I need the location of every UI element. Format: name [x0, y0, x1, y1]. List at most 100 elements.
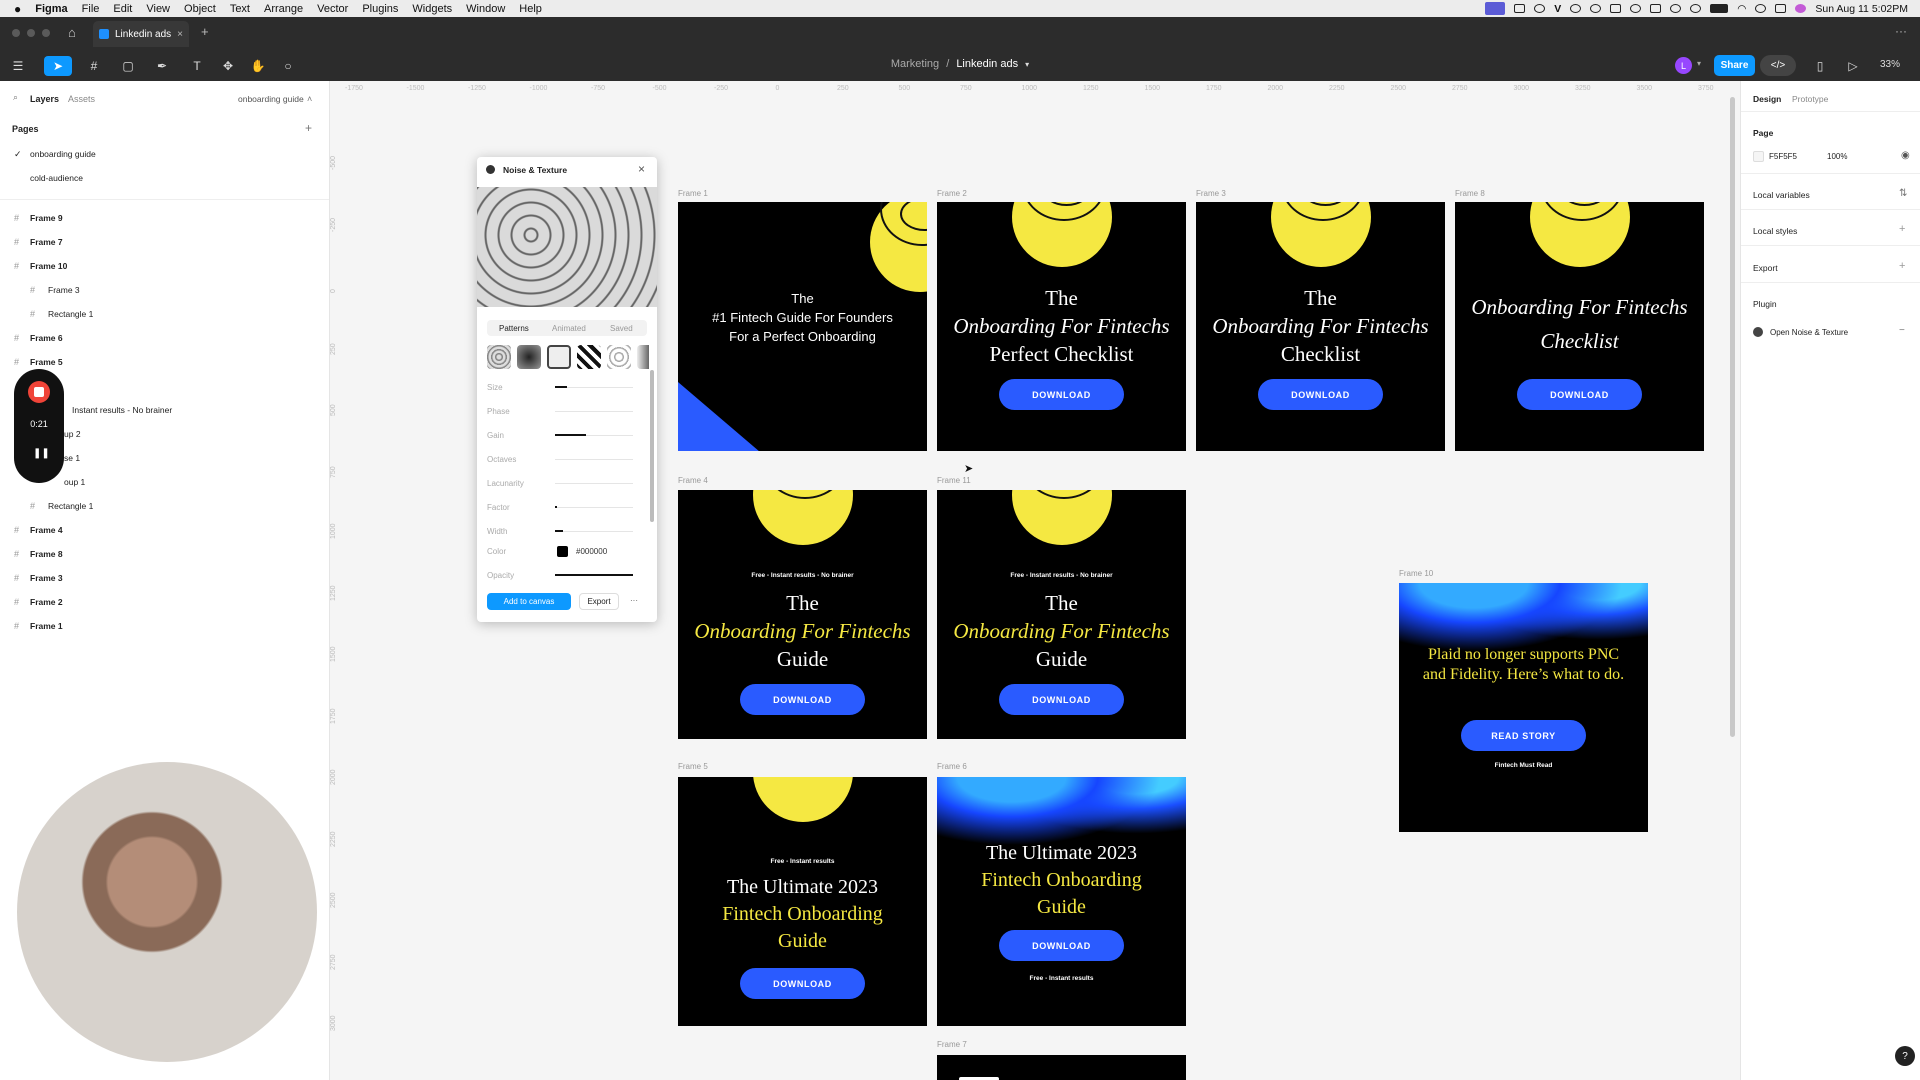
menu-text[interactable]: Text — [230, 3, 250, 15]
layer-item[interactable]: Frame 9 — [30, 213, 63, 223]
frame-label[interactable]: Frame 5 — [678, 762, 708, 771]
page-item-onboarding-guide[interactable]: onboarding guide — [30, 149, 96, 159]
tab-layers[interactable]: Layers — [30, 94, 59, 104]
local-styles[interactable]: Local styles — [1753, 226, 1797, 236]
canvas-scrollbar[interactable] — [1730, 97, 1735, 737]
frame-label[interactable]: Frame 7 — [937, 1040, 967, 1049]
close-tab-icon[interactable]: × — [177, 29, 183, 40]
stop-record-button[interactable] — [28, 381, 50, 403]
frame-10[interactable]: Plaid no longer supports PNC and Fidelit… — [1399, 583, 1648, 832]
new-tab-icon[interactable]: + — [201, 24, 209, 39]
layer-item[interactable]: Instant results - No brainer — [72, 405, 172, 415]
menu-object[interactable]: Object — [184, 3, 216, 15]
layer-item[interactable]: Rectangle 1 — [48, 309, 93, 319]
layer-item[interactable]: Frame 8 — [30, 549, 63, 559]
frame-label[interactable]: Frame 6 — [937, 762, 967, 771]
menu-help[interactable]: Help — [519, 3, 542, 15]
export-button[interactable]: Export — [579, 593, 619, 610]
notes-icon[interactable] — [1514, 4, 1526, 13]
frame-label[interactable]: Frame 4 — [678, 476, 708, 485]
download-button[interactable]: DOWNLOAD — [740, 684, 865, 715]
frame-8[interactable]: Onboarding For Fintechs Checklist DOWNLO… — [1455, 202, 1704, 451]
layer-item[interactable]: Frame 3 — [48, 285, 80, 295]
control-center-icon[interactable] — [1775, 4, 1787, 13]
download-button[interactable]: DOWNLOAD — [999, 684, 1124, 715]
zoom-level[interactable]: 33% — [1880, 59, 1900, 70]
menu-widgets[interactable]: Widgets — [412, 3, 452, 15]
layer-item[interactable]: Frame 10 — [30, 261, 67, 271]
layer-item[interactable]: Frame 1 — [30, 621, 63, 631]
add-export-icon[interactable]: + — [1899, 260, 1905, 272]
color-swatch[interactable] — [557, 546, 568, 557]
siri-icon[interactable] — [1795, 4, 1807, 13]
frame-3[interactable]: The Onboarding For Fintechs Checklist DO… — [1196, 202, 1445, 451]
cloud-icon[interactable] — [1590, 4, 1602, 13]
more-icon[interactable]: ··· — [1895, 24, 1907, 38]
file-tab[interactable]: Linkedin ads × — [93, 21, 189, 47]
frame-label[interactable]: Frame 2 — [937, 189, 967, 198]
present-icon[interactable]: ▷ — [1843, 56, 1863, 76]
search-icon[interactable] — [1755, 4, 1767, 13]
control-slider[interactable] — [555, 530, 633, 532]
menu-view[interactable]: View — [146, 3, 170, 15]
control-slider[interactable] — [555, 386, 633, 388]
remove-icon[interactable]: − — [1899, 325, 1905, 336]
pattern-swatch[interactable] — [517, 345, 541, 369]
frame-4[interactable]: Free - Instant results - No brainer The … — [678, 490, 927, 739]
tab-assets[interactable]: Assets — [68, 94, 95, 104]
color-value[interactable]: #000000 — [576, 547, 607, 556]
pattern-swatch[interactable] — [577, 345, 601, 369]
tab-prototype[interactable]: Prototype — [1792, 94, 1828, 104]
extension-icon[interactable] — [1570, 4, 1582, 13]
home-icon[interactable]: ⌂ — [68, 25, 76, 40]
help-icon[interactable]: ? — [1895, 1046, 1915, 1066]
frame-label[interactable]: Frame 11 — [937, 476, 971, 485]
tab-design[interactable]: Design — [1753, 94, 1781, 104]
tab-saved[interactable]: Saved — [610, 324, 633, 333]
battery-icon[interactable] — [1710, 4, 1729, 13]
export-section[interactable]: Export — [1753, 263, 1778, 273]
menu-file[interactable]: File — [82, 3, 100, 15]
layer-item[interactable]: Frame 7 — [30, 237, 63, 247]
layer-item[interactable]: Frame 6 — [30, 333, 63, 343]
breadcrumb-project[interactable]: Marketing — [891, 58, 939, 70]
page-selector[interactable]: onboarding guide — [238, 94, 304, 104]
frame-5[interactable]: Free - Instant results The Ultimate 2023… — [678, 777, 927, 1026]
page-color-opacity[interactable]: 100% — [1827, 152, 1847, 161]
frame-label[interactable]: Frame 10 — [1399, 569, 1433, 578]
window-zoom-icon[interactable] — [42, 29, 50, 37]
pattern-swatch[interactable] — [607, 345, 631, 369]
download-button[interactable]: DOWNLOAD — [999, 930, 1124, 961]
more-options-icon[interactable]: ··· — [630, 596, 638, 605]
layer-item[interactable]: oup 1 — [64, 477, 85, 487]
menu-plugins[interactable]: Plugins — [362, 3, 398, 15]
share-button[interactable]: Share — [1714, 55, 1755, 76]
layer-item[interactable]: Frame 2 — [30, 597, 63, 607]
page-color-hex[interactable]: F5F5F5 — [1769, 152, 1797, 161]
tab-patterns[interactable]: Patterns — [499, 324, 529, 333]
pattern-swatch[interactable] — [637, 345, 649, 369]
bluetooth-icon[interactable] — [1670, 4, 1682, 13]
play-icon[interactable] — [1690, 4, 1702, 13]
layer-item[interactable]: up 2 — [64, 429, 81, 439]
chevron-down-icon[interactable]: ▾ — [1025, 60, 1029, 69]
apple-icon[interactable]: ● — [14, 2, 21, 16]
pause-icon[interactable]: ❚❚ — [33, 448, 50, 459]
chevron-down-icon[interactable]: ▾ — [1697, 59, 1701, 68]
frame-label[interactable]: Frame 1 — [678, 189, 708, 198]
read-story-button[interactable]: READ STORY — [1461, 720, 1586, 751]
v-icon[interactable]: V — [1554, 3, 1561, 15]
chevron-up-icon[interactable]: ˄ — [307, 94, 312, 104]
frame-6[interactable]: The Ultimate 2023 Fintech Onboarding Gui… — [937, 777, 1186, 1026]
control-slider[interactable] — [555, 459, 633, 460]
control-slider[interactable] — [555, 411, 633, 412]
library-icon[interactable]: ▯ — [1810, 56, 1830, 76]
variables-icon[interactable]: ⇅ — [1899, 188, 1907, 199]
wifi-icon[interactable]: ◠ — [1737, 3, 1746, 15]
download-button[interactable]: DOWNLOAD — [1517, 379, 1642, 410]
plugin-scrollbar[interactable] — [650, 370, 654, 522]
page-item-cold-audience[interactable]: cold-audience — [30, 173, 83, 183]
tab-animated[interactable]: Animated — [552, 324, 586, 333]
menu-figma[interactable]: Figma — [35, 3, 67, 15]
eye-icon[interactable]: ◉ — [1901, 150, 1910, 161]
